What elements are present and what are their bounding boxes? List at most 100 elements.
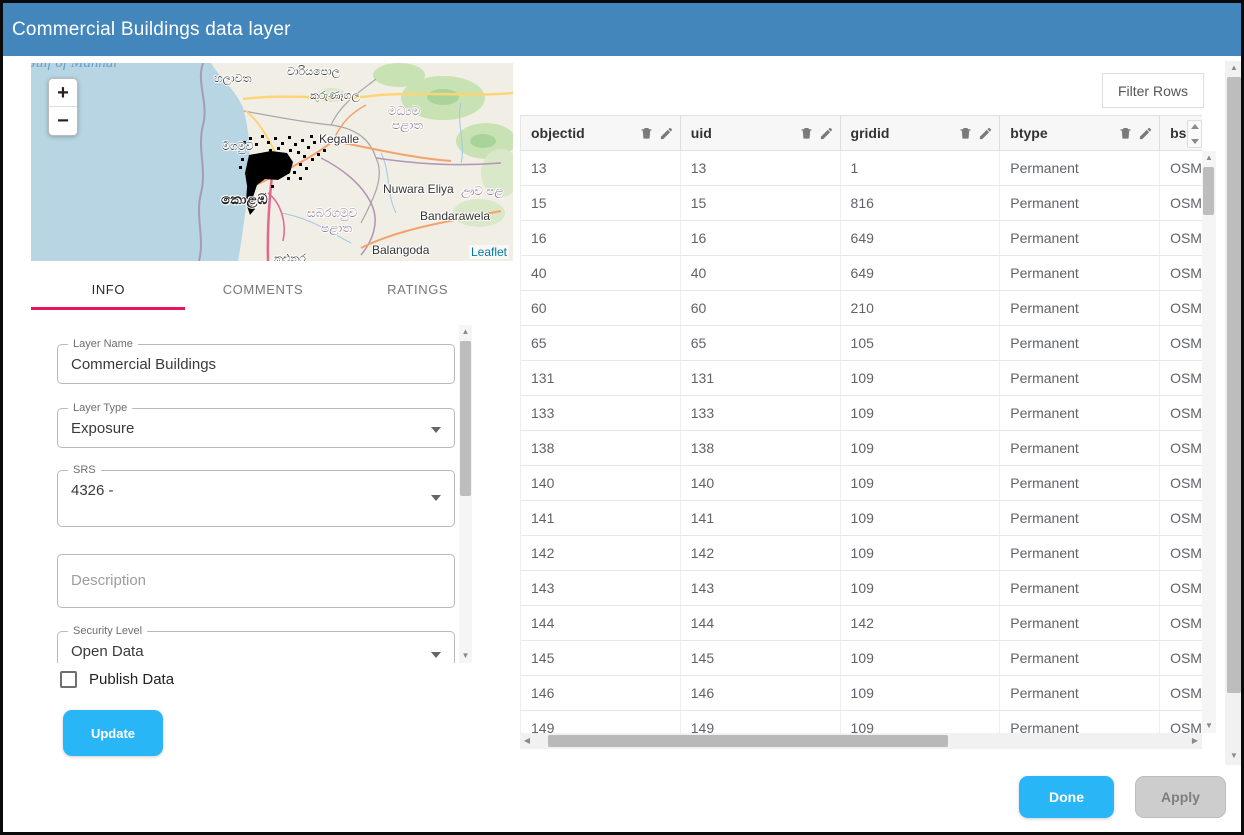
cell-bsource[interactable]: OSM: [1160, 151, 1202, 185]
delete-column-icon[interactable]: [639, 125, 654, 141]
cell-gridid[interactable]: 109: [841, 361, 1001, 395]
scroll-up-icon[interactable]: ▲: [459, 325, 472, 339]
cell-objectid[interactable]: 15: [521, 186, 681, 220]
done-button[interactable]: Done: [1019, 776, 1114, 818]
edit-column-icon[interactable]: [659, 126, 674, 141]
table-row[interactable]: 145145109PermanentOSM: [521, 641, 1202, 676]
cell-gridid[interactable]: 109: [841, 396, 1001, 430]
cell-bsource[interactable]: OSM: [1160, 466, 1202, 500]
cell-bsource[interactable]: OSM: [1160, 361, 1202, 395]
table-row[interactable]: 146146109PermanentOSM: [521, 676, 1202, 711]
form-scrollbar[interactable]: ▲ ▼: [459, 325, 472, 663]
cell-uid[interactable]: 142: [681, 536, 841, 570]
cell-gridid[interactable]: 1: [841, 151, 1001, 185]
cell-gridid[interactable]: 105: [841, 326, 1001, 360]
cell-bsource[interactable]: OSM: [1160, 186, 1202, 220]
cell-bsource[interactable]: OSM: [1160, 641, 1202, 675]
cell-uid[interactable]: 146: [681, 676, 841, 710]
cell-bsource[interactable]: OSM: [1160, 606, 1202, 640]
publish-data-checkbox[interactable]: [60, 671, 77, 688]
cell-gridid[interactable]: 210: [841, 291, 1001, 325]
tab-ratings[interactable]: RATINGS: [340, 271, 495, 309]
table-row[interactable]: 6565105PermanentOSM: [521, 326, 1202, 361]
cell-bsource[interactable]: OSM: [1160, 536, 1202, 570]
cell-bsource[interactable]: OSM: [1160, 256, 1202, 290]
cell-uid[interactable]: 149: [681, 711, 841, 733]
cell-uid[interactable]: 15: [681, 186, 841, 220]
cell-btype[interactable]: Permanent: [1000, 536, 1160, 570]
cell-bsource[interactable]: OSM: [1160, 221, 1202, 255]
table-row[interactable]: 140140109PermanentOSM: [521, 466, 1202, 501]
table-row[interactable]: 144144142PermanentOSM: [521, 606, 1202, 641]
cell-btype[interactable]: Permanent: [1000, 326, 1160, 360]
cell-gridid[interactable]: 109: [841, 431, 1001, 465]
cell-uid[interactable]: 13: [681, 151, 841, 185]
edit-column-icon[interactable]: [1138, 126, 1153, 141]
scroll-down-icon[interactable]: ▼: [1202, 719, 1216, 733]
cell-objectid[interactable]: 144: [521, 606, 681, 640]
cell-bsource[interactable]: OSM: [1160, 291, 1202, 325]
table-row[interactable]: 4040649PermanentOSM: [521, 256, 1202, 291]
cell-btype[interactable]: Permanent: [1000, 221, 1160, 255]
cell-gridid[interactable]: 109: [841, 676, 1001, 710]
table-row[interactable]: 13131PermanentOSM: [521, 151, 1202, 186]
scroll-left-icon[interactable]: ◀: [520, 733, 534, 749]
cell-bsource[interactable]: OSM: [1160, 501, 1202, 535]
cell-objectid[interactable]: 131: [521, 361, 681, 395]
table-row[interactable]: 1616649PermanentOSM: [521, 221, 1202, 256]
cell-btype[interactable]: Permanent: [1000, 291, 1160, 325]
layer-type-select[interactable]: Layer Type Exposure: [57, 408, 455, 448]
cell-uid[interactable]: 133: [681, 396, 841, 430]
cell-btype[interactable]: Permanent: [1000, 466, 1160, 500]
column-header-uid[interactable]: uid: [681, 116, 841, 150]
cell-gridid[interactable]: 109: [841, 711, 1001, 733]
cell-objectid[interactable]: 149: [521, 711, 681, 733]
tab-info[interactable]: INFO: [31, 271, 186, 309]
cell-btype[interactable]: Permanent: [1000, 256, 1160, 290]
srs-select[interactable]: SRS 4326 -: [57, 470, 455, 527]
cell-gridid[interactable]: 649: [841, 256, 1001, 290]
cell-btype[interactable]: Permanent: [1000, 431, 1160, 465]
scroll-up-icon[interactable]: ▲: [1202, 151, 1216, 165]
table-row[interactable]: 142142109PermanentOSM: [521, 536, 1202, 571]
description-field[interactable]: Description: [57, 554, 455, 608]
cell-btype[interactable]: Permanent: [1000, 606, 1160, 640]
cell-objectid[interactable]: 40: [521, 256, 681, 290]
table-vscroll-thumb[interactable]: [1203, 167, 1214, 215]
cell-objectid[interactable]: 138: [521, 431, 681, 465]
column-sort-stepper[interactable]: [1187, 120, 1202, 148]
cell-objectid[interactable]: 13: [521, 151, 681, 185]
cell-btype[interactable]: Permanent: [1000, 676, 1160, 710]
cell-btype[interactable]: Permanent: [1000, 641, 1160, 675]
map-zoom-out-button[interactable]: −: [49, 107, 77, 135]
cell-uid[interactable]: 145: [681, 641, 841, 675]
cell-gridid[interactable]: 816: [841, 186, 1001, 220]
apply-button[interactable]: Apply: [1135, 776, 1226, 818]
cell-objectid[interactable]: 143: [521, 571, 681, 605]
cell-bsource[interactable]: OSM: [1160, 431, 1202, 465]
column-header-btype[interactable]: btype: [1000, 116, 1160, 150]
cell-uid[interactable]: 143: [681, 571, 841, 605]
cell-bsource[interactable]: OSM: [1160, 571, 1202, 605]
cell-btype[interactable]: Permanent: [1000, 396, 1160, 430]
table-row[interactable]: 6060210PermanentOSM: [521, 291, 1202, 326]
delete-column-icon[interactable]: [1118, 125, 1133, 141]
cell-uid[interactable]: 60: [681, 291, 841, 325]
cell-objectid[interactable]: 60: [521, 291, 681, 325]
edit-column-icon[interactable]: [819, 126, 834, 141]
cell-gridid[interactable]: 109: [841, 466, 1001, 500]
cell-uid[interactable]: 144: [681, 606, 841, 640]
column-header-objectid[interactable]: objectid: [521, 116, 681, 150]
cell-gridid[interactable]: 109: [841, 536, 1001, 570]
dialog-scrollbar[interactable]: ▲ ▼: [1225, 61, 1243, 765]
tab-comments[interactable]: COMMENTS: [186, 271, 341, 309]
layer-name-field[interactable]: Layer Name Commercial Buildings: [57, 344, 455, 384]
cell-btype[interactable]: Permanent: [1000, 186, 1160, 220]
table-vertical-scrollbar[interactable]: ▲ ▼: [1202, 151, 1216, 733]
column-header-bsource[interactable]: bsource: [1160, 116, 1202, 150]
map-zoom-in-button[interactable]: +: [49, 79, 77, 107]
cell-bsource[interactable]: OSM: [1160, 711, 1202, 733]
cell-gridid[interactable]: 142: [841, 606, 1001, 640]
table-row[interactable]: 141141109PermanentOSM: [521, 501, 1202, 536]
cell-uid[interactable]: 131: [681, 361, 841, 395]
